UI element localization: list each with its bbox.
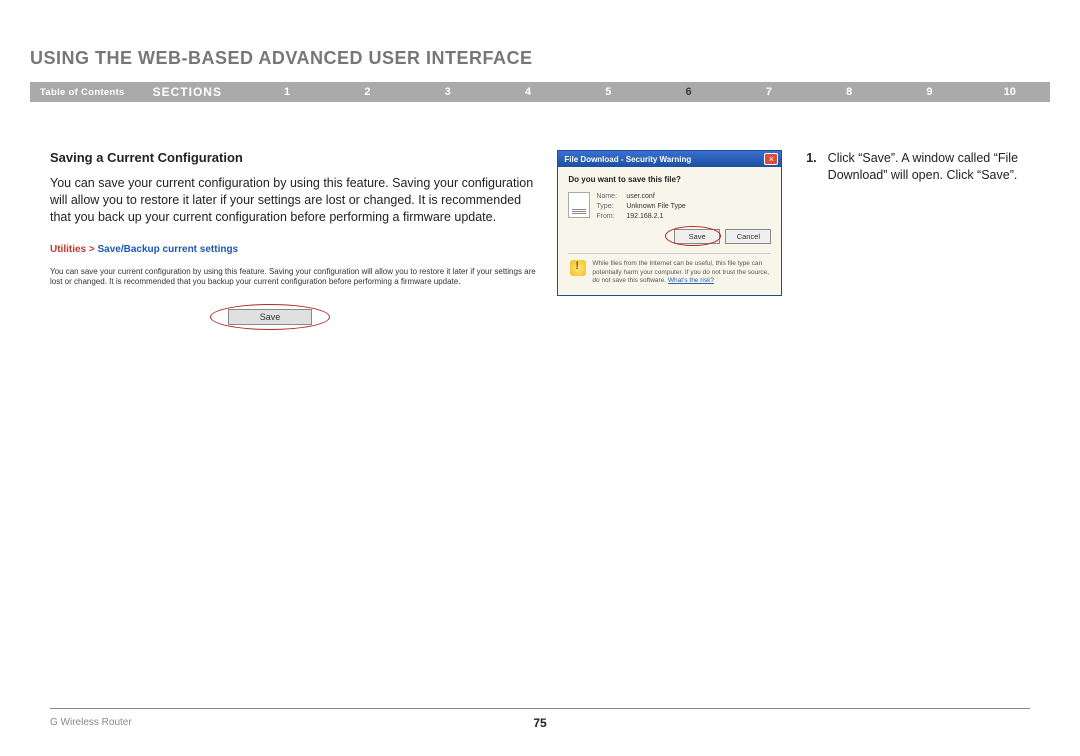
column-left: Saving a Current Configuration You can s… bbox=[50, 150, 537, 337]
file-download-dialog: File Download - Security Warning × Do yo… bbox=[557, 150, 782, 296]
file-name: user.conf bbox=[626, 193, 654, 200]
close-icon[interactable]: × bbox=[764, 153, 778, 165]
dialog-warning: While files from the Internet can be use… bbox=[568, 260, 771, 288]
nav-toc[interactable]: Table of Contents bbox=[30, 87, 135, 98]
dialog-titlebar: File Download - Security Warning × bbox=[558, 151, 781, 167]
footer-spacer bbox=[1027, 717, 1030, 728]
nav-item-10[interactable]: 10 bbox=[970, 86, 1050, 98]
footer-product: G Wireless Router bbox=[50, 717, 132, 728]
section-nav: Table of Contents SECTIONS 1 2 3 4 5 6 7… bbox=[30, 82, 1050, 102]
divider bbox=[568, 253, 771, 254]
file-type: Unknown File Type bbox=[626, 203, 685, 210]
file-from: 192.168.2.1 bbox=[626, 213, 663, 220]
breadcrumb-root: Utilities > bbox=[50, 244, 98, 255]
warning-icon bbox=[570, 260, 586, 276]
dialog-body: Do you want to save this file? Name: use… bbox=[558, 167, 781, 295]
nav-item-1[interactable]: 1 bbox=[247, 86, 327, 98]
warning-link[interactable]: What's the risk? bbox=[668, 277, 714, 284]
nav-sections-label: SECTIONS bbox=[135, 85, 247, 99]
nav-item-7[interactable]: 7 bbox=[729, 86, 809, 98]
breadcrumb-leaf: Save/Backup current settings bbox=[98, 244, 239, 255]
file-type-label: Type: bbox=[596, 202, 624, 212]
file-info-text: Name: user.conf Type: Unknown File Type … bbox=[596, 192, 685, 221]
file-from-label: From: bbox=[596, 212, 624, 222]
column-right: 1. Click “Save”. A window called “File D… bbox=[806, 150, 1030, 337]
page-title: USING THE WEB-BASED ADVANCED USER INTERF… bbox=[30, 48, 533, 69]
page-number: 75 bbox=[533, 716, 546, 730]
dialog-buttons: Save Cancel bbox=[568, 229, 771, 247]
file-name-label: Name: bbox=[596, 192, 624, 202]
nav-item-6[interactable]: 6 bbox=[648, 86, 728, 98]
dialog-file-info: Name: user.conf Type: Unknown File Type … bbox=[568, 192, 771, 221]
step-1-number: 1. bbox=[806, 150, 824, 167]
save-button-wrap: Save bbox=[220, 307, 340, 337]
content-area: Saving a Current Configuration You can s… bbox=[50, 150, 1030, 337]
nav-item-8[interactable]: 8 bbox=[809, 86, 889, 98]
warning-text: While files from the Internet can be use… bbox=[592, 260, 769, 284]
dialog-cancel-button[interactable]: Cancel bbox=[725, 229, 771, 244]
nav-item-3[interactable]: 3 bbox=[408, 86, 488, 98]
dialog-title: File Download - Security Warning bbox=[561, 155, 691, 164]
section-subtitle: Saving a Current Configuration bbox=[50, 150, 537, 165]
section-intro: You can save your current configuration … bbox=[50, 175, 537, 226]
nav-item-2[interactable]: 2 bbox=[327, 86, 407, 98]
step-list: 1. Click “Save”. A window called “File D… bbox=[806, 150, 1030, 184]
nav-item-4[interactable]: 4 bbox=[488, 86, 568, 98]
nav-item-9[interactable]: 9 bbox=[889, 86, 969, 98]
breadcrumb: Utilities > Save/Backup current settings bbox=[50, 244, 537, 255]
file-icon bbox=[568, 192, 590, 218]
footer: G Wireless Router 75 bbox=[50, 708, 1030, 728]
section-small-text: You can save your current configuration … bbox=[50, 267, 537, 288]
nav-item-5[interactable]: 5 bbox=[568, 86, 648, 98]
dialog-prompt: Do you want to save this file? bbox=[568, 175, 771, 184]
column-middle: File Download - Security Warning × Do yo… bbox=[557, 150, 786, 337]
save-button[interactable]: Save bbox=[228, 309, 312, 325]
step-1-text: Click “Save”. A window called “File Down… bbox=[828, 150, 1028, 184]
